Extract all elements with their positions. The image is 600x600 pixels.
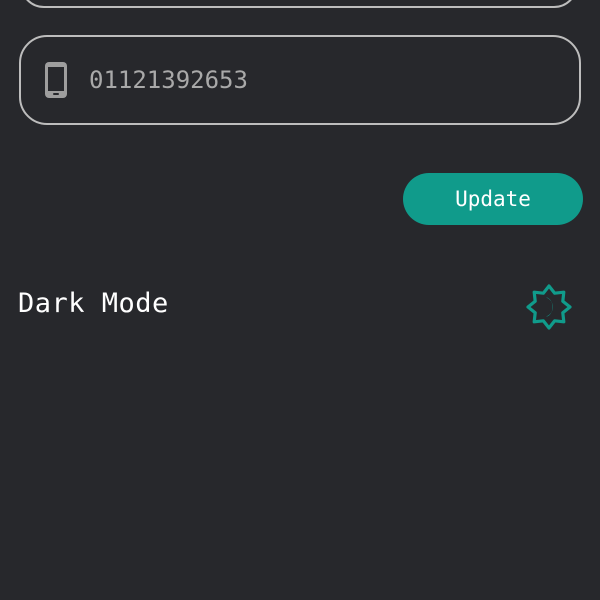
dark-mode-label: Dark Mode	[18, 288, 169, 319]
smartphone-icon	[43, 61, 69, 99]
previous-input-field[interactable]	[20, 0, 578, 8]
brightness-moon-icon[interactable]	[526, 284, 572, 330]
update-button[interactable]: Update	[403, 173, 583, 225]
dark-mode-row: Dark Mode	[18, 280, 578, 336]
phone-input[interactable]	[89, 37, 559, 123]
phone-field[interactable]	[19, 35, 581, 125]
